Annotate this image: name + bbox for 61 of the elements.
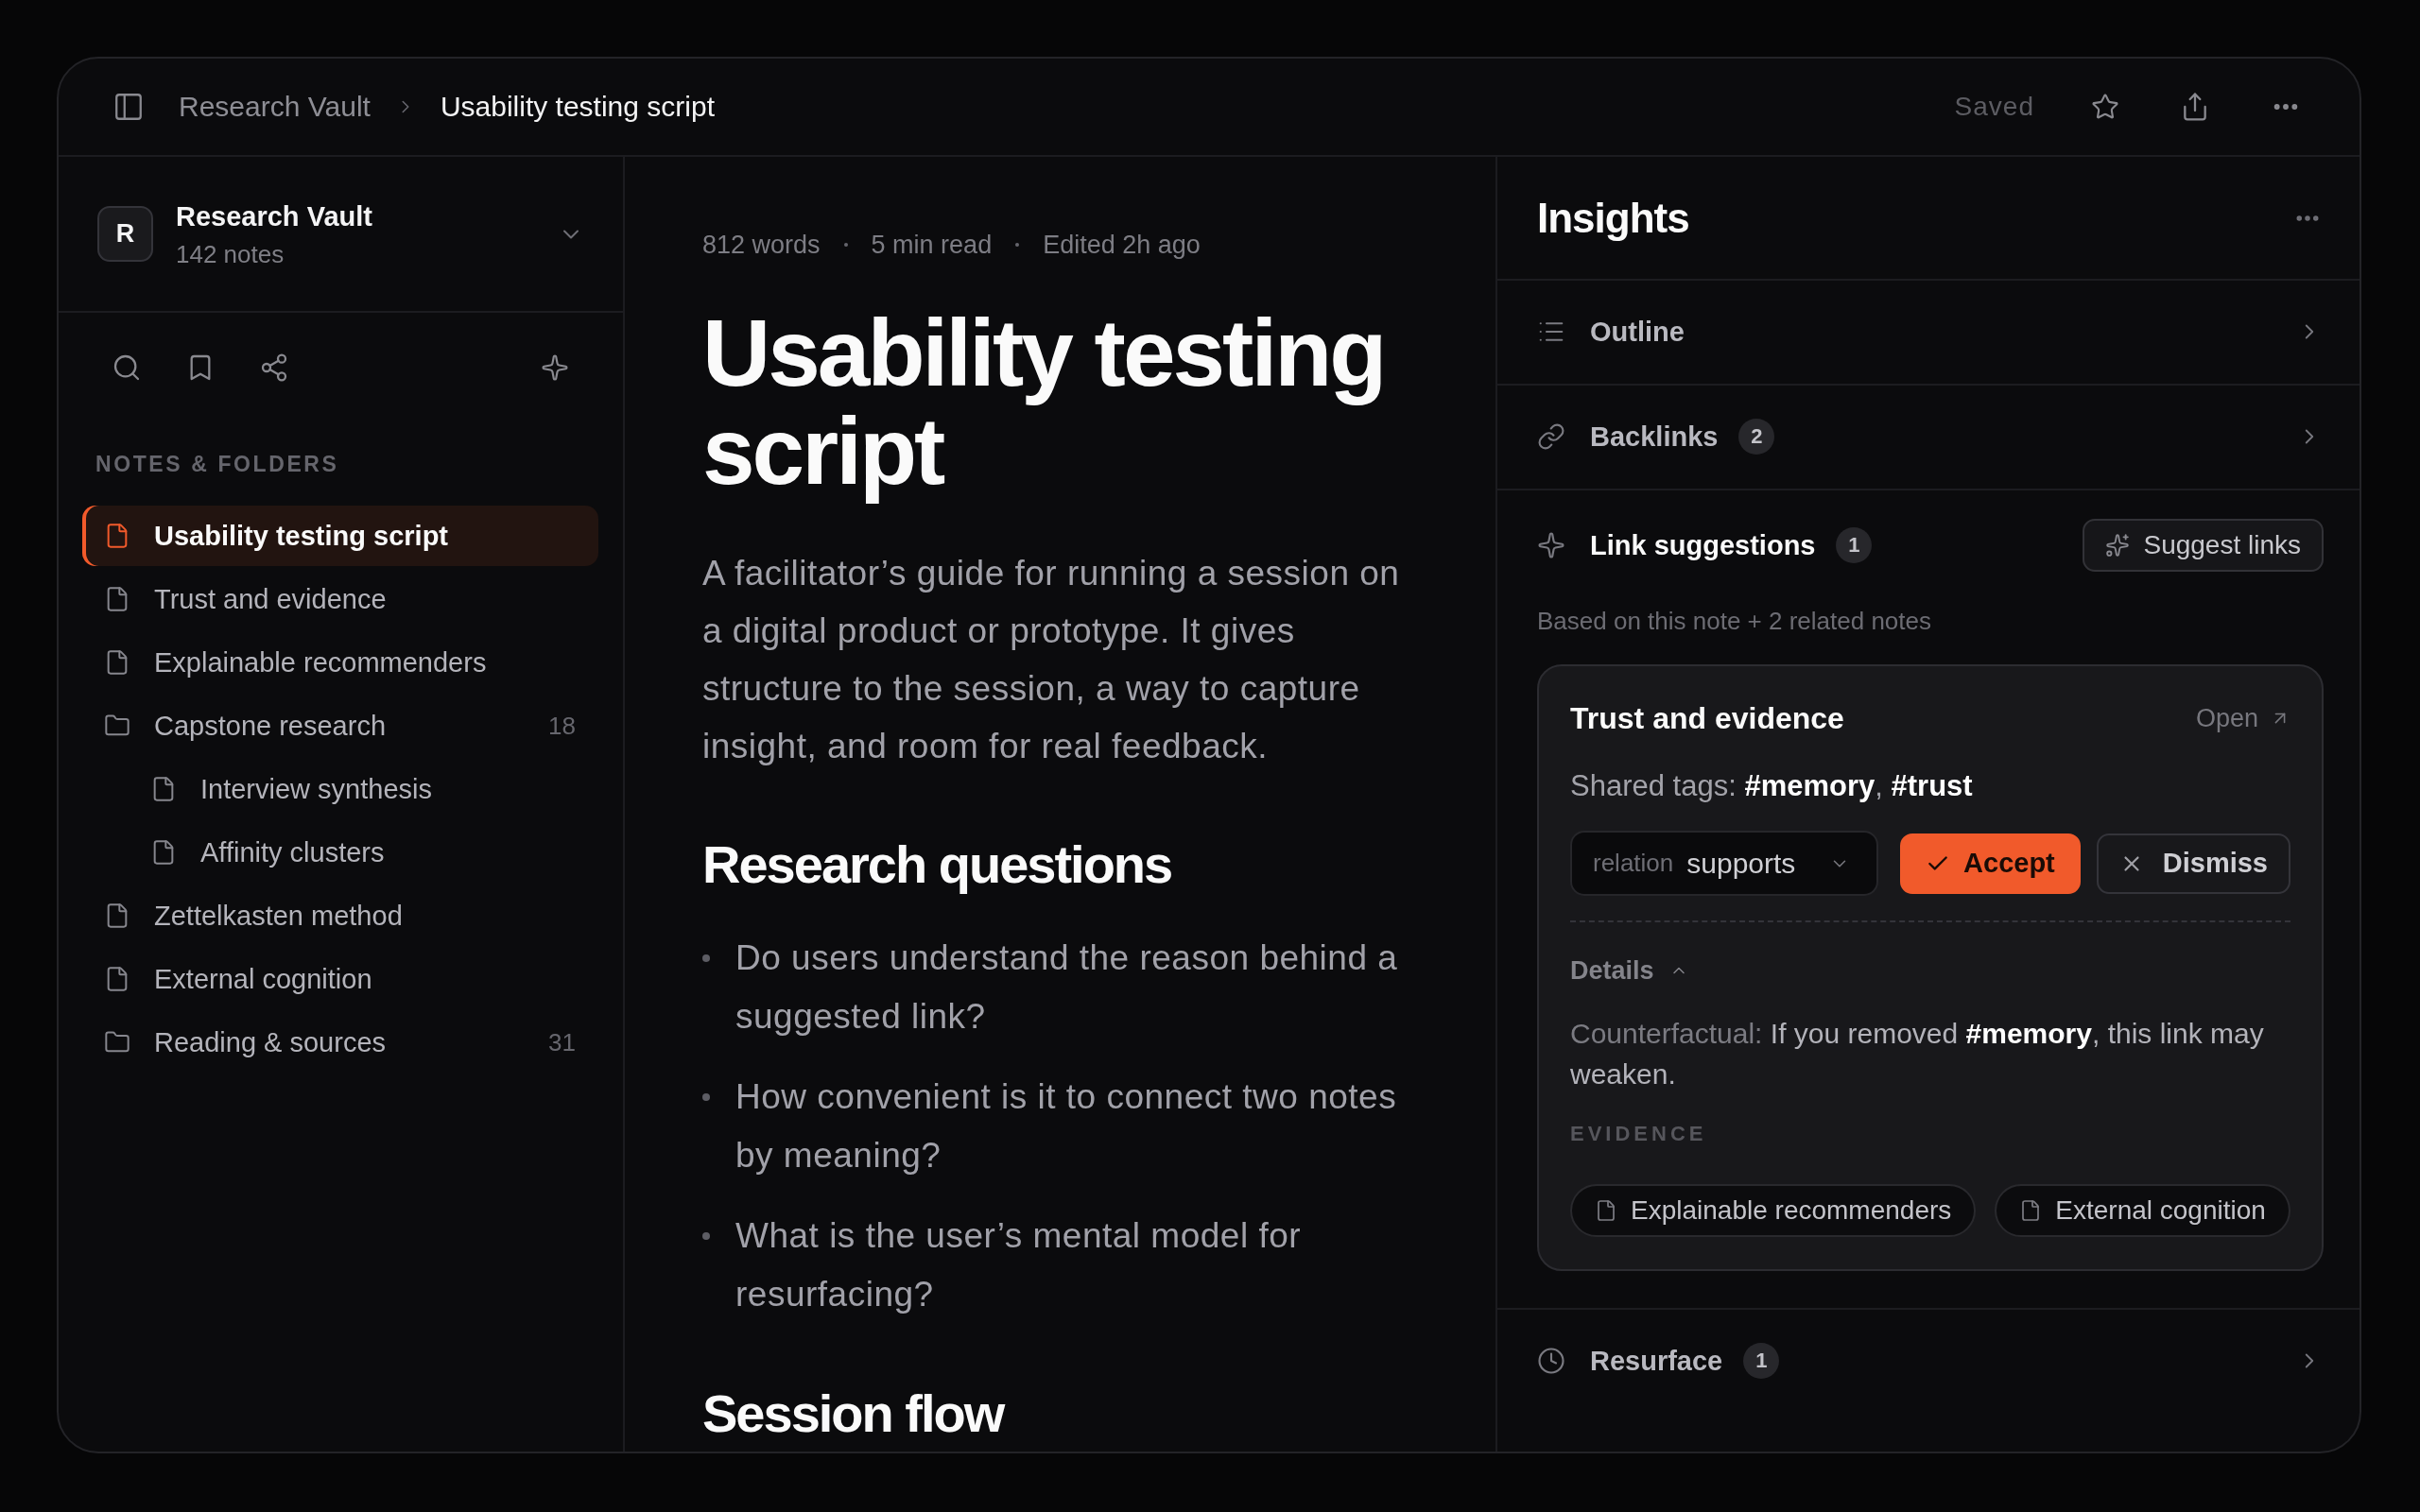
panel-title[interactable]: Backlinks	[1590, 421, 1719, 453]
vault-name: Research Vault	[176, 199, 373, 233]
sidebar-item[interactable]: Affinity clusters	[82, 822, 598, 883]
clock-icon	[1537, 1347, 1565, 1375]
vault-avatar: R	[97, 206, 153, 262]
breadcrumb-item[interactable]: Research Vault	[179, 88, 371, 126]
sparkles-icon	[2105, 533, 2131, 558]
note-lead: A facilitator’s guide for running a session on a digital product or prototype. It gives structure to the session, a way to capture insight, and room for real feedback.	[702, 553, 1401, 767]
suggest-links-button[interactable]: Suggest links	[2083, 519, 2324, 572]
breadcrumb-item[interactable]: Usability testing script	[440, 88, 715, 126]
sidebar-item[interactable]: Reading & sources 31	[82, 1012, 598, 1073]
search-icon[interactable]	[112, 352, 142, 383]
sidebar-toggle-icon[interactable]	[112, 91, 145, 123]
accept-button[interactable]: Accept	[1900, 833, 2081, 894]
sidebar-item[interactable]: Usability testing script	[82, 506, 598, 566]
bullet-text: What is the user’s mental model for resurfacing?	[735, 1215, 1303, 1315]
section-label: NOTES & FOLDERS	[95, 451, 340, 477]
share-nodes-icon[interactable]	[259, 352, 289, 383]
relation-select[interactable]: relation supports	[1570, 831, 1878, 896]
counterfactual-text: Counterfactual: If you removed #memory, this link may weaken.	[1570, 1017, 2265, 1091]
sidebar-item[interactable]: Interview synthesis	[82, 759, 598, 819]
sparkle-icon[interactable]	[541, 353, 569, 382]
link-icon	[1537, 422, 1565, 451]
panel-title[interactable]: Resurface	[1590, 1345, 1723, 1377]
evidence-label: EVIDENCE	[1570, 1121, 1708, 1147]
bullet-icon	[702, 1093, 710, 1101]
note-meta: Edited 2h ago	[1043, 230, 1201, 261]
count-badge: 2	[1738, 419, 1775, 455]
evidence-chip[interactable]: External cognition	[1995, 1184, 2290, 1237]
bullet-icon	[702, 1232, 710, 1240]
insights-title: Insights	[1537, 194, 1689, 242]
suggestion-note: Based on this note + 2 related notes	[1537, 606, 1932, 637]
save-status: Saved	[1954, 92, 2034, 122]
sidebar-item[interactable]: Capstone research 18	[82, 696, 598, 756]
bullet-icon	[702, 954, 710, 962]
suggestion-title: Trust and evidence	[1570, 700, 1844, 736]
section-heading: Session flow	[702, 1383, 1005, 1445]
count-badge: 1	[1743, 1343, 1780, 1379]
bullet-text: Do users understand the reason behind a suggested link?	[735, 937, 1399, 1038]
dismiss-button[interactable]: Dismiss	[2096, 833, 2290, 894]
sidebar-item[interactable]: External cognition	[82, 949, 598, 1009]
evidence-chip[interactable]: Explainable recommenders	[1570, 1184, 1977, 1237]
panel-title[interactable]: Outline	[1590, 316, 1685, 348]
panel-title[interactable]: Link suggestions	[1590, 529, 1816, 561]
separator-dot-icon	[1015, 243, 1020, 247]
details-toggle[interactable]: Details	[1570, 954, 1688, 988]
section-heading: Research questions	[702, 833, 1173, 896]
sidebar-item[interactable]: Zettelkasten method	[82, 885, 598, 946]
bullet-text: How convenient is it to connect two notes by meaning?	[735, 1076, 1398, 1177]
sidebar-item[interactable]: Trust and evidence	[82, 569, 598, 629]
separator-dot-icon	[843, 243, 848, 247]
sparkle-icon	[1537, 531, 1565, 559]
star-icon[interactable]	[2091, 93, 2119, 121]
open-link[interactable]: Open	[2195, 703, 2290, 733]
sidebar-item[interactable]: Explainable recommenders	[82, 632, 598, 693]
shared-tags-text: Shared tags: #memory, #trust	[1570, 768, 1974, 804]
note-meta: 812 words	[702, 230, 821, 261]
file-icon	[1595, 1199, 1617, 1222]
count-badge: 1	[1836, 527, 1873, 563]
vault-note-count: 142 notes	[176, 238, 285, 269]
note-meta: 5 min read	[871, 230, 993, 261]
